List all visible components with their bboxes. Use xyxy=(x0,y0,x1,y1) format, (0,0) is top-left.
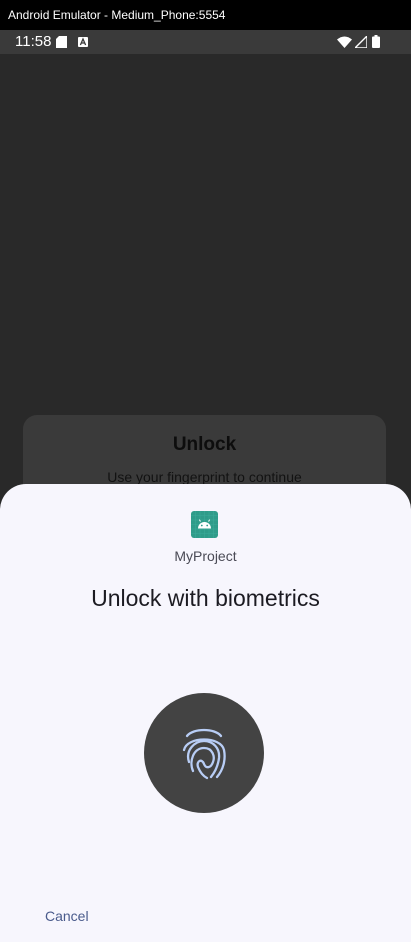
battery-icon xyxy=(372,35,380,48)
window-title-bar: Android Emulator - Medium_Phone:5554 xyxy=(0,0,411,30)
status-time: 11:58 xyxy=(15,33,52,50)
fingerprint-sensor-button[interactable] xyxy=(144,693,264,813)
app-name: MyProject xyxy=(174,548,237,564)
a-notification-icon xyxy=(78,37,88,47)
biometric-prompt-title: Unlock with biometrics xyxy=(91,585,320,611)
sd-card-icon xyxy=(56,36,67,48)
wifi-icon xyxy=(337,36,352,48)
cancel-button[interactable]: Cancel xyxy=(45,908,89,924)
background-dialog-subtitle: Use your fingerprint to continue xyxy=(107,469,302,485)
window-title: Android Emulator - Medium_Phone:5554 xyxy=(8,8,226,22)
android-robot-icon xyxy=(191,511,218,538)
biometric-prompt-sheet: MyProject Unlock with biometrics Cancel xyxy=(0,484,411,942)
signal-icon xyxy=(355,36,367,48)
phone-screen: 11:58 Unlock Use your fingerprint to con… xyxy=(0,30,411,942)
status-bar: 11:58 xyxy=(0,30,411,54)
fingerprint-icon xyxy=(182,728,226,780)
background-dialog-title: Unlock xyxy=(172,434,237,455)
